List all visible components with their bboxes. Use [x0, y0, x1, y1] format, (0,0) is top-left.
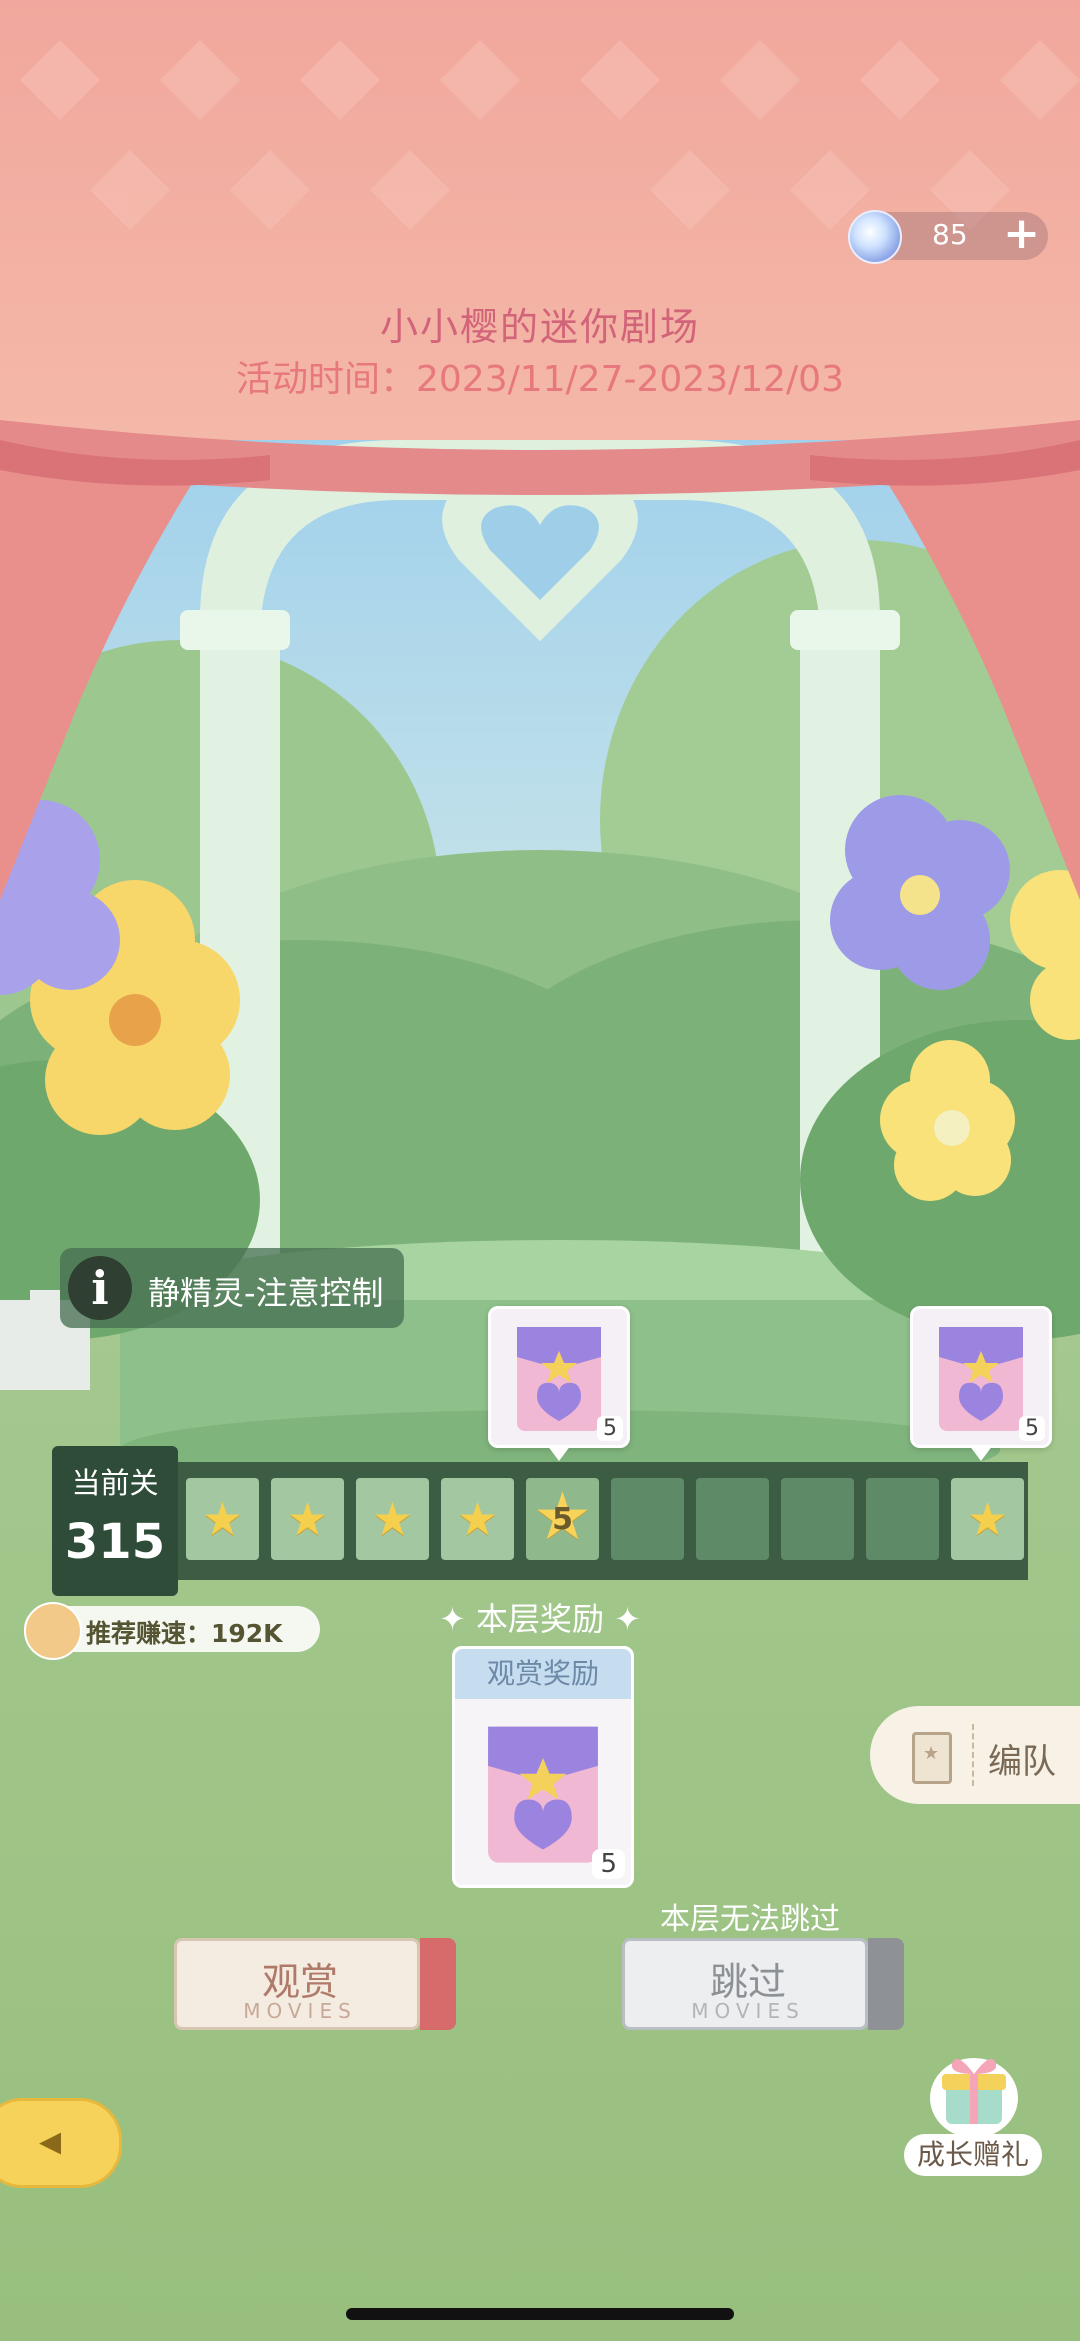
avatar	[24, 1602, 82, 1660]
gift-bag-icon	[939, 1327, 1023, 1431]
reward-card-header: 观赏奖励	[455, 1649, 631, 1699]
card-icon	[912, 1732, 952, 1784]
reward-count: 5	[597, 1416, 623, 1441]
hint-label: 静精灵-注意控制	[148, 1274, 384, 1312]
skip-button-label: 跳过	[709, 1960, 786, 2004]
level-cell: ★	[186, 1478, 259, 1560]
milestone-reward-2[interactable]: 5	[910, 1306, 1052, 1461]
level-cell	[696, 1478, 769, 1560]
milestone-reward-1[interactable]: 5	[488, 1306, 630, 1461]
back-arrow-icon: ◂	[39, 2115, 62, 2166]
recommended-speed: 推荐赚速：192K	[24, 1602, 320, 1660]
hint-banner[interactable]: i 静精灵-注意控制	[60, 1248, 404, 1328]
level-cell: ★	[356, 1478, 429, 1560]
watch-button[interactable]: 观赏 MOVIES	[174, 1938, 456, 2030]
home-indicator[interactable]	[346, 2308, 734, 2320]
watch-button-sub: MOVIES	[243, 1999, 357, 2023]
level-cell	[611, 1478, 684, 1560]
level-track: ★ ★ ★ ★ ★ 5 ★	[178, 1462, 1028, 1580]
level-cell: ★	[951, 1478, 1024, 1560]
level-cell	[866, 1478, 939, 1560]
growth-gift-label: 成长赠礼	[904, 2134, 1042, 2176]
gift-box-icon	[930, 2058, 1018, 2138]
level-cell	[781, 1478, 854, 1560]
current-cell-label: 5	[552, 1502, 573, 1537]
reward-count: 5	[592, 1849, 625, 1879]
watch-button-label: 观赏	[261, 1960, 338, 2004]
gift-bag-icon	[517, 1327, 601, 1431]
team-button-label: 编队	[988, 1742, 1056, 1782]
skip-button[interactable]: 跳过 MOVIES	[622, 1938, 904, 2030]
info-icon: i	[68, 1256, 132, 1320]
level-cell-current: ★ 5	[526, 1478, 599, 1560]
currency-value: 85	[932, 218, 968, 251]
ticket-stub	[868, 1938, 904, 2030]
team-button[interactable]: 编队	[870, 1706, 1080, 1804]
current-level-box: 当前关 315	[52, 1446, 178, 1596]
skip-unavailable-note: 本层无法跳过	[660, 1902, 840, 1937]
floor-reward-title: ✦ 本层奖励 ✦	[439, 1600, 641, 1638]
floor-reward-card[interactable]: 观赏奖励 5	[452, 1646, 634, 1888]
reward-count: 5	[1019, 1416, 1045, 1441]
add-currency-button[interactable]: +	[1003, 210, 1040, 258]
event-title: 小小樱的迷你剧场	[379, 305, 700, 349]
event-time: 活动时间：2023/11/27-2023/12/03	[236, 359, 844, 400]
star-icon: ★	[966, 1492, 1009, 1546]
current-level-label: 当前关	[71, 1466, 159, 1500]
current-level-number: 315	[64, 1514, 166, 1570]
skip-button-sub: MOVIES	[691, 1999, 805, 2023]
crystal-gem-icon	[848, 210, 902, 264]
star-icon: ★	[371, 1492, 414, 1546]
star-icon: ★	[286, 1492, 329, 1546]
level-cell: ★	[271, 1478, 344, 1560]
divider	[972, 1724, 974, 1786]
growth-gift-button[interactable]: 成长赠礼	[904, 2040, 1046, 2180]
currency-bar[interactable]: 85 +	[848, 210, 1048, 264]
back-button[interactable]: ◂	[0, 2098, 122, 2188]
bubble-tail	[969, 1445, 993, 1461]
bubble-tail	[547, 1445, 571, 1461]
gift-bag-icon	[488, 1726, 598, 1863]
ticket-stub	[420, 1938, 456, 2030]
star-icon: ★	[201, 1492, 244, 1546]
level-cell: ★	[441, 1478, 514, 1560]
star-icon: ★	[456, 1492, 499, 1546]
recommended-speed-label: 推荐赚速：192K	[86, 1619, 283, 1648]
